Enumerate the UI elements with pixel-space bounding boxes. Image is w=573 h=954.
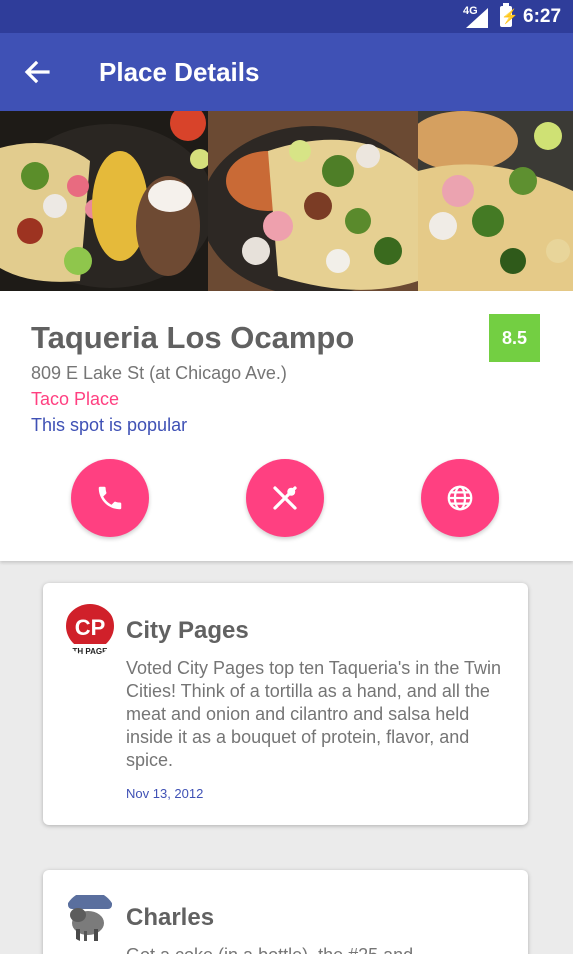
taco-plate-photo-1[interactable] xyxy=(0,111,208,291)
app-bar: Place Details xyxy=(0,33,573,111)
place-category: Taco Place xyxy=(31,389,120,409)
website-button[interactable] xyxy=(421,459,499,537)
tip-card[interactable]: CP TH PAGE City Pages Voted City Pages t… xyxy=(43,583,528,825)
photo-strip xyxy=(0,111,573,291)
menu-button[interactable] xyxy=(246,459,324,537)
clock: 6:27 xyxy=(523,6,562,27)
taco-plate-photo-3[interactable] xyxy=(418,111,573,291)
city-pages-logo: CP TH PAGE xyxy=(64,604,116,656)
logo-letters: CP xyxy=(75,615,106,640)
back-button[interactable] xyxy=(16,53,56,93)
place-info-card: Taqueria Los Ocampo 8.5 809 E Lake St (a… xyxy=(0,291,573,561)
battery-charging-icon: ⚡ xyxy=(500,3,518,27)
tip-author: City Pages xyxy=(126,617,249,644)
signal-icon xyxy=(466,8,488,28)
call-button[interactable] xyxy=(71,459,149,537)
page-title: Place Details xyxy=(99,57,260,87)
tip-card[interactable]: Charles Got a coke (in a bottle), the #2… xyxy=(43,870,528,954)
rating-badge: 8.5 xyxy=(489,314,540,362)
tip-author: Charles xyxy=(126,904,215,931)
arrow-back-icon xyxy=(24,60,50,84)
tip-text: Got a coke (in a bottle), the #25 and xyxy=(126,944,506,954)
status-bar: 4G ⚡ 6:27 xyxy=(0,0,573,33)
logo-caption: TH PAGE xyxy=(73,647,109,656)
place-address: 809 E Lake St (at Chicago Ave.) xyxy=(31,363,287,383)
phone-icon xyxy=(98,486,122,510)
place-name: Taqueria Los Ocampo xyxy=(31,320,355,355)
popularity-text: This spot is popular xyxy=(31,415,188,435)
tip-date: Nov 13, 2012 xyxy=(126,786,204,801)
tip-text: Voted City Pages top ten Taqueria's in t… xyxy=(126,658,502,770)
taco-plate-photo-2[interactable] xyxy=(208,111,418,291)
dog-avatar xyxy=(64,891,116,943)
globe-icon xyxy=(447,485,473,511)
fork-knife-icon xyxy=(273,486,297,510)
